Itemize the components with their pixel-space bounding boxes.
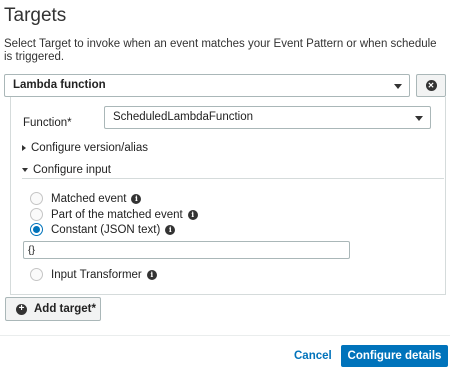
option-input-transformer[interactable]: Input Transformer i bbox=[30, 268, 157, 281]
plus-icon: + bbox=[16, 303, 27, 315]
caret-right-icon bbox=[22, 145, 26, 151]
configure-input-toggle[interactable]: Configure input bbox=[22, 164, 111, 176]
target-type-value: Lambda function bbox=[13, 79, 106, 91]
option-label: Matched event bbox=[51, 192, 127, 205]
chevron-down-icon bbox=[415, 116, 423, 121]
function-value: ScheduledLambdaFunction bbox=[113, 111, 254, 123]
section-description: Select Target to invoke when an event ma… bbox=[4, 38, 437, 63]
option-label: Constant (JSON text) bbox=[51, 223, 161, 236]
configure-input-label: Configure input bbox=[33, 164, 111, 176]
info-icon[interactable]: i bbox=[131, 193, 142, 204]
option-constant-json[interactable]: Constant (JSON text) i bbox=[30, 223, 176, 236]
cancel-button[interactable]: Cancel bbox=[294, 350, 332, 362]
caret-down-icon bbox=[22, 168, 28, 172]
option-part-of-matched-event[interactable]: Part of the matched event i bbox=[30, 208, 198, 221]
info-icon[interactable]: i bbox=[187, 209, 198, 220]
add-target-button[interactable]: + Add target* bbox=[5, 297, 101, 321]
radio-button-selected[interactable] bbox=[30, 223, 43, 236]
configure-version-label: Configure version/alias bbox=[31, 142, 148, 154]
radio-button[interactable] bbox=[30, 208, 43, 221]
add-target-label: Add target* bbox=[34, 303, 96, 315]
configure-input-divider bbox=[22, 178, 444, 179]
option-matched-event[interactable]: Matched event i bbox=[30, 192, 142, 205]
option-label: Part of the matched event bbox=[51, 208, 183, 221]
info-icon[interactable]: i bbox=[146, 269, 157, 280]
function-select[interactable]: ScheduledLambdaFunction bbox=[104, 106, 431, 129]
function-label: Function* bbox=[23, 117, 72, 129]
radio-button[interactable] bbox=[30, 268, 43, 281]
footer-divider bbox=[0, 335, 450, 336]
chevron-down-icon bbox=[394, 84, 402, 89]
close-icon: ✕ bbox=[425, 80, 437, 91]
constant-json-input[interactable]: {} bbox=[23, 241, 350, 259]
target-type-select[interactable]: Lambda function bbox=[4, 74, 410, 97]
radio-button[interactable] bbox=[30, 192, 43, 205]
remove-target-button[interactable]: ✕ bbox=[416, 74, 446, 97]
option-label: Input Transformer bbox=[51, 268, 142, 281]
info-icon[interactable]: i bbox=[165, 224, 176, 235]
configure-details-label: Configure details bbox=[347, 350, 442, 362]
section-title: Targets bbox=[4, 5, 67, 26]
configure-details-button[interactable]: Configure details bbox=[341, 345, 448, 367]
configure-version-toggle[interactable]: Configure version/alias bbox=[22, 142, 148, 154]
